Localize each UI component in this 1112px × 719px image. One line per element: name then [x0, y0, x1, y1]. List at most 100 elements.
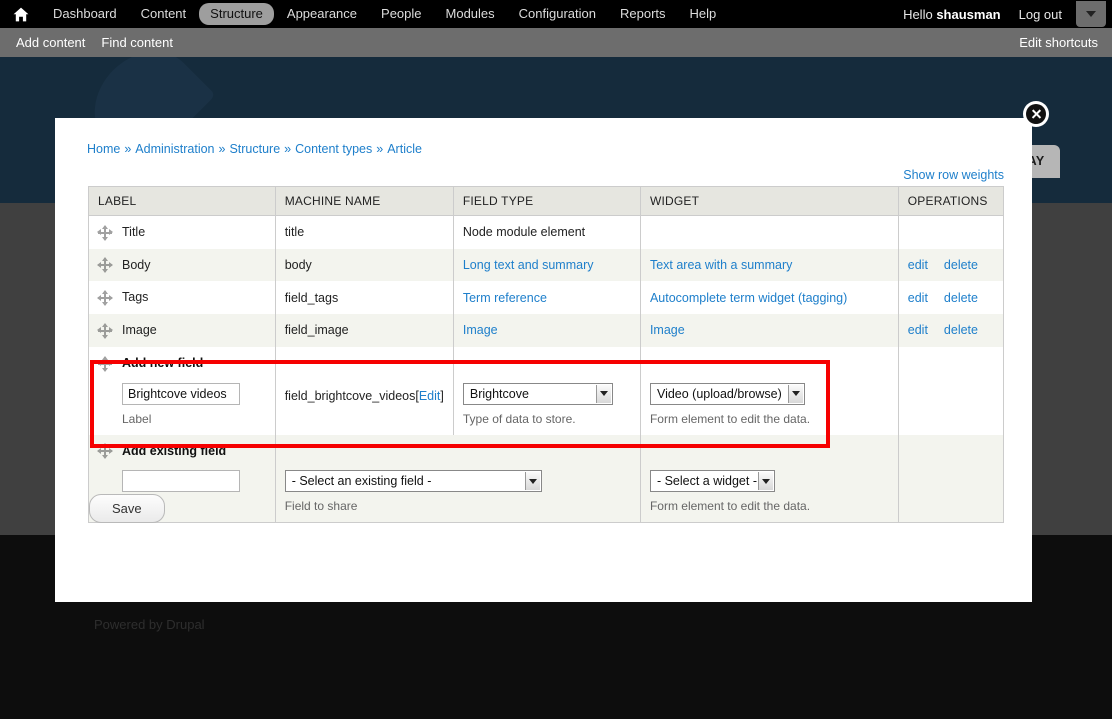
column-header-label: LABEL	[88, 186, 276, 216]
new-field-label-input[interactable]	[122, 382, 240, 405]
toolbar-logout-link[interactable]: Log out	[1019, 7, 1062, 22]
cell-add-new-machine-name: field_brightcove_videos[Edit]	[274, 346, 454, 435]
column-header-field-type: FIELD TYPE	[452, 186, 641, 216]
new-field-widget-hint: Form element to edit the data.	[649, 411, 811, 426]
drag-handle-icon[interactable]	[97, 443, 113, 460]
chevron-down-icon	[757, 472, 773, 491]
toolbar-item-modules[interactable]: Modules	[435, 3, 506, 25]
column-header-operations: OPERATIONS	[897, 186, 1005, 216]
show-row-weights-link[interactable]: Show row weights	[903, 168, 1004, 182]
cell-existing-widget: - Select a widget - Form element to edit…	[639, 434, 899, 524]
existing-field-hint: Field to share	[284, 499, 358, 514]
cell-label: Title	[88, 215, 276, 249]
drag-handle-icon[interactable]	[97, 290, 113, 307]
shortcut-add-content[interactable]: Add content	[16, 35, 85, 50]
cell-label: Tags	[88, 281, 276, 315]
cell-operations	[897, 434, 1005, 524]
new-field-widget-value: Video (upload/browse)	[656, 386, 782, 401]
admin-toolbar: Dashboard Content Structure Appearance P…	[0, 0, 1112, 28]
toolbar-item-help[interactable]: Help	[679, 3, 728, 25]
drag-handle-icon[interactable]	[97, 322, 113, 339]
cell-field-type: Node module element	[452, 215, 641, 249]
toolbar-drawer-toggle[interactable]	[1076, 1, 1106, 27]
machine-name-edit-link[interactable]: Edit	[419, 389, 441, 403]
field-type-link[interactable]: Long text and summary	[463, 258, 594, 272]
powered-prefix: Powered by	[94, 617, 167, 632]
cell-label: Image	[88, 314, 276, 347]
save-button[interactable]: Save	[89, 494, 165, 523]
drag-handle-icon[interactable]	[97, 257, 113, 274]
toolbar-item-people[interactable]: People	[370, 3, 432, 25]
table-header-row: LABEL MACHINE NAME FIELD TYPE WIDGET OPE…	[88, 186, 1005, 216]
add-new-field-heading: Add new field	[97, 355, 266, 372]
add-existing-field-row: Add existing field Label - Select an exi…	[88, 434, 1005, 524]
fields-table-head: LABEL MACHINE NAME FIELD TYPE WIDGET OPE…	[88, 186, 1005, 216]
cell-existing-field-select: - Select an existing field - Field to sh…	[274, 434, 641, 524]
breadcrumb-separator: »	[124, 142, 132, 156]
edit-shortcuts-link[interactable]: Edit shortcuts	[1019, 35, 1098, 50]
chevron-down-icon	[595, 384, 611, 403]
drag-handle-icon[interactable]	[97, 355, 113, 372]
add-new-field-row: Add new field Label field_brightcove_vid…	[88, 346, 1005, 435]
username: shausman	[936, 6, 1001, 22]
cell-machine-name: field_tags	[274, 281, 454, 315]
toolbar-item-reports[interactable]: Reports	[609, 3, 677, 25]
cell-machine-name: title	[274, 215, 454, 249]
table-row: Image field_image Image Image edit delete	[88, 314, 1005, 347]
toolbar-item-appearance[interactable]: Appearance	[276, 3, 368, 25]
delete-link[interactable]: delete	[944, 291, 978, 305]
new-field-type-value: Brightcove	[469, 386, 529, 401]
column-header-widget: WIDGET	[639, 186, 899, 216]
shortcut-bar: Add content Find content Edit shortcuts	[0, 28, 1112, 57]
existing-widget-select[interactable]: - Select a widget -	[649, 470, 775, 493]
chevron-down-icon	[1086, 11, 1096, 17]
cell-operations	[897, 215, 1005, 249]
cell-operations: edit delete	[897, 314, 1005, 347]
greeting-prefix: Hello	[903, 6, 937, 22]
breadcrumb-content-types[interactable]: Content types	[295, 142, 372, 156]
new-field-label-hint: Label	[122, 411, 152, 426]
toolbar-item-configuration[interactable]: Configuration	[508, 3, 607, 25]
cell-field-type: Long text and summary	[452, 248, 641, 282]
manage-fields-modal: Home» Administration» Structure» Content ty…	[55, 101, 1049, 602]
breadcrumb-structure[interactable]: Structure	[229, 142, 280, 156]
cell-add-new-widget: Video (upload/browse) Form element to ed…	[639, 346, 899, 435]
shortcut-find-content[interactable]: Find content	[101, 35, 173, 50]
delete-link[interactable]: delete	[944, 323, 978, 337]
toolbar-item-structure[interactable]: Structure	[199, 3, 274, 25]
fields-table: LABEL MACHINE NAME FIELD TYPE WIDGET OPE…	[88, 186, 1005, 524]
close-icon[interactable]	[1023, 101, 1049, 127]
cell-widget: Text area with a summary	[639, 248, 899, 282]
toolbar-item-dashboard[interactable]: Dashboard	[42, 3, 128, 25]
toolbar-item-content[interactable]: Content	[130, 3, 198, 25]
new-field-widget-select[interactable]: Video (upload/browse)	[649, 382, 805, 405]
cell-add-new-label: Add new field Label	[88, 346, 276, 435]
cell-widget: Image	[639, 314, 899, 347]
cell-widget	[639, 215, 899, 249]
edit-link[interactable]: edit	[908, 291, 928, 305]
field-label: Title	[122, 225, 146, 239]
close-icon-glyph	[1026, 104, 1046, 124]
breadcrumb-article[interactable]: Article	[387, 142, 422, 156]
breadcrumb-home[interactable]: Home	[87, 142, 120, 156]
home-icon[interactable]	[0, 0, 42, 28]
existing-field-select[interactable]: - Select an existing field -	[284, 470, 542, 493]
field-type-link[interactable]: Term reference	[463, 291, 547, 305]
cell-operations: edit delete	[897, 281, 1005, 315]
table-row: Body body Long text and summary Text are…	[88, 248, 1005, 282]
chevron-down-icon	[787, 384, 803, 403]
widget-link[interactable]: Text area with a summary	[650, 258, 792, 272]
powered-by-footer: Powered by Drupal	[94, 617, 205, 632]
field-type-link[interactable]: Image	[463, 323, 498, 337]
delete-link[interactable]: delete	[944, 258, 978, 272]
widget-link[interactable]: Autocomplete term widget (tagging)	[650, 291, 847, 305]
edit-link[interactable]: edit	[908, 323, 928, 337]
drupal-link[interactable]: Drupal	[166, 617, 204, 632]
existing-field-label-input[interactable]	[122, 470, 240, 493]
drag-handle-icon[interactable]	[97, 224, 113, 241]
new-field-type-select[interactable]: Brightcove	[462, 382, 613, 405]
edit-link[interactable]: edit	[908, 258, 928, 272]
breadcrumb-administration[interactable]: Administration	[135, 142, 214, 156]
widget-link[interactable]: Image	[650, 323, 685, 337]
user-greeting: Hello shausman	[903, 7, 1001, 22]
